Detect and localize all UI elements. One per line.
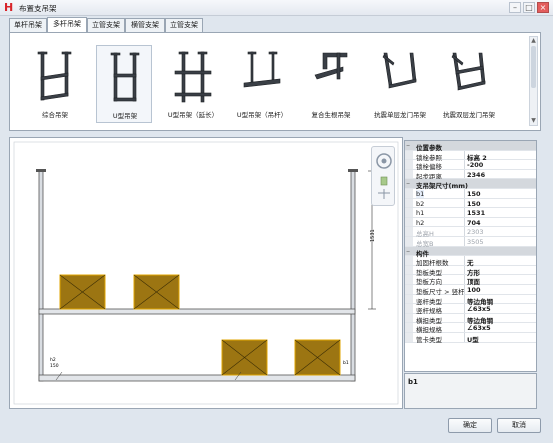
property-row[interactable]: 垫板方向 顶面 xyxy=(405,275,536,286)
gallery-item-composite-rooted-hanger[interactable]: 复合生根吊架 xyxy=(303,45,359,123)
left-rod-cap xyxy=(36,169,46,172)
gallery-item-u-hanger-extended[interactable]: U型吊架（延长） xyxy=(165,45,221,123)
property-row[interactable]: h2 704 xyxy=(405,217,536,228)
preview-canvas[interactable]: 1531 h2 150 b1 xyxy=(9,137,403,409)
property-row[interactable]: 横担规格 ∠63x5 xyxy=(405,323,536,334)
property-row-disabled: 总高H 2303 xyxy=(405,227,536,238)
property-row[interactable]: 起步距离 2346 xyxy=(405,169,536,181)
description-text: b1 xyxy=(408,378,418,386)
window-title: 布置支吊架 xyxy=(19,4,57,13)
upper-crossbar xyxy=(38,308,356,315)
composite-hanger-icon xyxy=(37,51,72,101)
right-rod xyxy=(350,170,356,382)
seismic-double-gantry-icon xyxy=(451,52,486,91)
scrollbar-thumb[interactable] xyxy=(531,46,536,88)
property-row[interactable]: 横担类型 等边角钢 xyxy=(405,313,536,325)
right-rod-cap xyxy=(348,169,358,172)
property-row[interactable]: h1 1531 xyxy=(405,208,536,218)
tab-riser-support-2[interactable]: 立管支架 xyxy=(165,18,203,32)
dimension-label: 1531 xyxy=(370,229,376,242)
lower-crossbar xyxy=(38,374,356,382)
property-row[interactable]: b2 150 xyxy=(405,198,536,209)
pipe-box-4 xyxy=(294,339,341,376)
scroll-up-arrow-icon[interactable]: ▲ xyxy=(530,37,537,44)
cancel-button[interactable]: 取消 xyxy=(497,418,541,433)
right-mark: b1 xyxy=(343,360,349,366)
gallery-item-u-hanger[interactable]: U型吊架 xyxy=(96,45,152,123)
collapse-icon[interactable]: − xyxy=(406,249,410,255)
section-header-position[interactable]: − 位置参数 xyxy=(405,141,536,152)
gallery-item-u-hanger-rod[interactable]: U型吊架（吊杆） xyxy=(234,45,290,123)
close-button[interactable]: × xyxy=(537,2,549,13)
gallery-item-label: U型吊架（延长） xyxy=(167,111,219,119)
pipe-box-1 xyxy=(59,274,106,310)
pipe-box-3 xyxy=(221,339,268,376)
maximize-button[interactable]: □ xyxy=(523,2,535,13)
left-mark-bottom: 150 xyxy=(50,363,59,369)
minimize-button[interactable]: – xyxy=(509,2,521,13)
property-row[interactable]: 锁栓参照 标高 2 xyxy=(405,150,536,162)
properties-panel: − 位置参数 锁栓参照 标高 2 锁栓偏移 -200 起步距离 2346 − 支吊架尺… xyxy=(404,140,537,372)
ok-button[interactable]: 确定 xyxy=(448,418,492,433)
hanger-drawing: 1531 h2 150 b1 xyxy=(13,141,399,405)
left-rod xyxy=(38,170,44,382)
view-nav-toolbar[interactable] xyxy=(371,146,395,206)
gallery-item-label: 综合吊架 xyxy=(42,111,68,119)
seismic-single-gantry-icon xyxy=(382,52,417,89)
tab-multi-rod-hanger[interactable]: 多杆吊架 xyxy=(47,17,87,32)
gallery-item-label: 抗震双层龙门吊架 xyxy=(443,111,495,119)
property-row[interactable]: 锁栓偏移 -200 xyxy=(405,160,536,171)
pipe-box-2 xyxy=(133,274,180,310)
composite-rooted-hanger-icon xyxy=(314,52,348,80)
u-hanger-rod-icon xyxy=(243,51,281,88)
tab-riser-support[interactable]: 立管支架 xyxy=(87,18,125,32)
property-row-disabled: 总宽B 3505 xyxy=(405,237,536,248)
section-header-dimensions[interactable]: − 支吊架尺寸(mm) xyxy=(405,179,536,190)
gallery-item-composite-hanger[interactable]: 综合吊架 xyxy=(27,45,83,123)
gallery-item-label: U型吊架 xyxy=(112,112,138,120)
collapse-icon[interactable]: − xyxy=(406,143,410,149)
hanger-type-gallery: 综合吊架 U型吊架 U型吊架（延长） U型吊架（吊杆） 复合生根吊架 抗震单层龙… xyxy=(9,32,541,131)
u-hanger-extended-icon xyxy=(174,51,212,103)
tab-horizontal-support[interactable]: 横管支架 xyxy=(125,18,165,32)
u-hanger-icon xyxy=(110,52,140,102)
property-row[interactable]: 加固杆根数无 xyxy=(405,256,536,267)
gallery-item-label: 复合生根吊架 xyxy=(311,111,351,119)
gallery-item-seismic-single-gantry[interactable]: 抗震单层龙门吊架 xyxy=(372,45,428,123)
title-bar: H 布置支吊架 – □ × xyxy=(0,0,553,16)
section-header-components[interactable]: − 构件 xyxy=(405,246,536,258)
property-row-selected[interactable]: b1 150 xyxy=(405,189,536,199)
property-description: b1 xyxy=(404,373,537,409)
scroll-down-arrow-icon[interactable]: ▼ xyxy=(530,117,537,124)
gallery-scrollbar[interactable]: ▲ ▼ xyxy=(529,36,538,126)
gallery-item-seismic-double-gantry[interactable]: 抗震双层龙门吊架 xyxy=(441,45,497,123)
property-row[interactable]: 管卡类型 U型 xyxy=(405,333,536,344)
tab-single-rod-hanger[interactable]: 单杆吊架 xyxy=(9,18,47,32)
gallery-item-label: U型吊架（吊杆） xyxy=(236,111,288,119)
property-row[interactable]: 竖杆类型 等边角钢 xyxy=(405,294,536,306)
left-mark-top: h2 xyxy=(50,357,56,363)
property-row[interactable]: 垫板类型 方形 xyxy=(405,265,536,277)
property-row[interactable]: 垫板尺寸 > 竖杆 100 xyxy=(405,285,536,296)
collapse-icon[interactable]: − xyxy=(406,181,410,187)
pan-icon[interactable] xyxy=(380,176,388,186)
gallery-item-label: 抗震单层龙门吊架 xyxy=(374,111,426,119)
property-row[interactable]: 竖杆规格 ∠63x5 xyxy=(405,304,536,315)
app-logo-icon: H xyxy=(4,1,14,14)
